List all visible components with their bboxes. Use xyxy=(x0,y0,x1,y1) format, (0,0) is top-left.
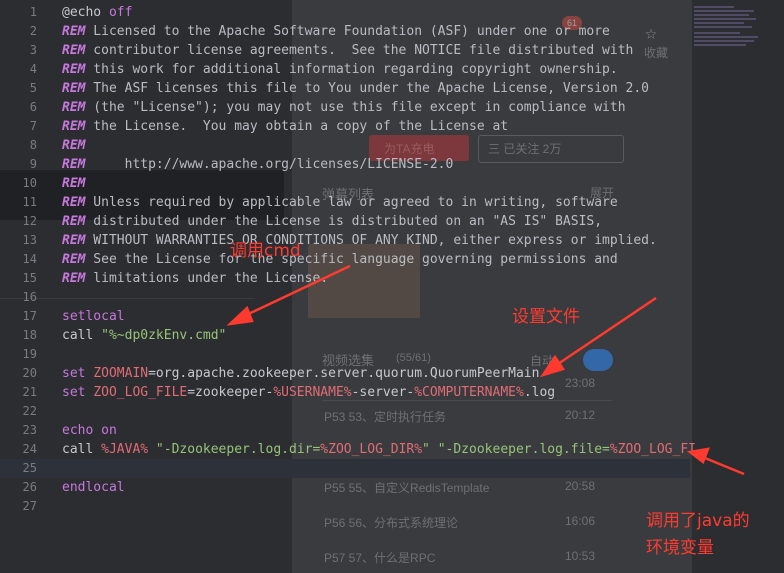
annotation-arrows xyxy=(226,264,745,476)
annotation-call-cmd: 调用cmd xyxy=(230,241,301,261)
arrow-head xyxy=(226,305,254,326)
arrow-to-call-cmd xyxy=(239,264,351,320)
arrow-to-java-call xyxy=(699,454,745,476)
annotation-java-env-1: 调用了java的 xyxy=(646,511,750,531)
arrow-head xyxy=(540,354,565,378)
annotation-java-env-2: 环境变量 xyxy=(646,538,714,558)
annotation-set-file: 设置文件 xyxy=(512,307,580,327)
arrow-head xyxy=(686,447,710,465)
